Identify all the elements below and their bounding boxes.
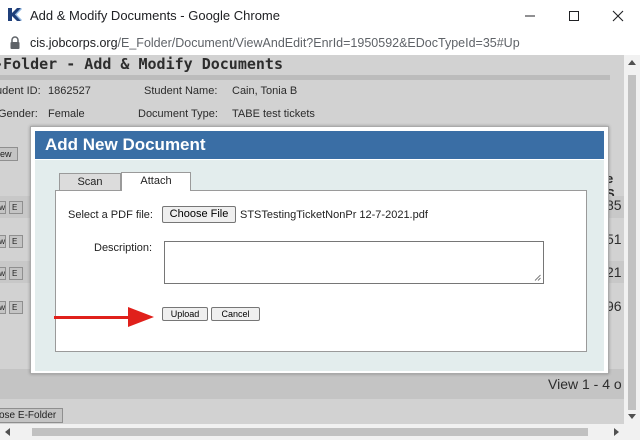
choose-file-button[interactable]: Choose File (162, 206, 236, 223)
address-bar[interactable]: cis.jobcorps.org/E_Folder/Document/ViewA… (0, 31, 640, 55)
table-row-actions: w E (0, 267, 23, 280)
vertical-scroll-thumb[interactable] (628, 75, 636, 410)
title-bar: Add & Modify Documents - Google Chrome (0, 0, 640, 31)
close-window-button[interactable] (596, 0, 640, 31)
dialog-title: Add New Document (45, 135, 206, 154)
document-type-label: Document Type: (138, 108, 218, 120)
table-row-actions: w E (0, 235, 23, 248)
horizontal-scroll-thumb[interactable] (32, 428, 588, 436)
maximize-button[interactable] (552, 0, 596, 31)
minimize-button[interactable] (508, 0, 552, 31)
window-title: Add & Modify Documents - Google Chrome (30, 8, 280, 23)
maximize-icon (569, 10, 579, 21)
page-title: -Folder - Add & Modify Documents (0, 55, 283, 73)
title-band (0, 75, 610, 80)
description-label: Description: (94, 242, 153, 254)
edit-row-button[interactable]: E (9, 235, 23, 248)
table-row-actions: w E (0, 201, 23, 214)
scroll-up-icon[interactable] (628, 60, 636, 65)
add-document-dialog: Add New Document Scan Select a PDF file:… (30, 126, 609, 374)
add-new-button[interactable]: d New (0, 147, 18, 161)
url-text[interactable]: cis.jobcorps.org/E_Folder/Document/ViewA… (30, 36, 520, 50)
selected-file-name: STSTestingTicketNonPr 12-7-2021.pdf (240, 209, 428, 221)
student-name-value: Cain, Tonia B (232, 85, 298, 97)
scroll-down-icon[interactable] (628, 414, 636, 419)
view-row-button[interactable]: w (0, 235, 6, 248)
dialog-header[interactable]: Add New Document (35, 131, 604, 159)
document-type-value: TABE test tickets (232, 108, 315, 120)
cancel-button[interactable]: Cancel (211, 307, 260, 321)
view-records-text: View 1 - 4 o (548, 376, 622, 392)
view-row-button[interactable]: w (0, 201, 6, 214)
student-id-label: udent ID: (0, 85, 41, 97)
close-efolder-button[interactable]: ose E-Folder (0, 408, 64, 423)
vertical-scrollbar[interactable] (624, 55, 640, 424)
resize-grip-icon[interactable] (534, 274, 541, 281)
student-id-value: 1862527 (48, 85, 91, 97)
description-textarea[interactable] (164, 241, 544, 284)
tab-attach[interactable]: Attach (121, 172, 191, 191)
minimize-icon (525, 15, 535, 16)
tab-scan[interactable]: Scan (59, 173, 121, 190)
edit-row-button[interactable]: E (9, 201, 23, 214)
dialog-body: Scan Select a PDF file: Choose File STST… (35, 160, 604, 371)
close-icon (612, 10, 624, 21)
gender-label: Gender: (0, 108, 38, 120)
lock-icon (10, 36, 20, 49)
view-row-button[interactable]: w (0, 301, 6, 314)
url-host: cis.jobcorps.org (30, 36, 118, 50)
student-name-label: Student Name: (144, 85, 218, 97)
scroll-right-icon[interactable] (614, 428, 619, 436)
table-row-actions: w E (0, 301, 23, 314)
edit-row-button[interactable]: E (9, 267, 23, 280)
url-path: /E_Folder/Document/ViewAndEdit?EnrId=195… (117, 36, 520, 50)
red-arrow-icon (54, 307, 154, 327)
jobcorps-k-icon (6, 6, 23, 23)
horizontal-scrollbar[interactable] (0, 424, 640, 440)
gender-value: Female (48, 108, 85, 120)
edit-row-button[interactable]: E (9, 301, 23, 314)
view-row-button[interactable]: w (0, 267, 6, 280)
scroll-left-icon[interactable] (5, 428, 10, 436)
pdf-file-label: Select a PDF file: (68, 209, 153, 221)
upload-button[interactable]: Upload (162, 307, 208, 321)
